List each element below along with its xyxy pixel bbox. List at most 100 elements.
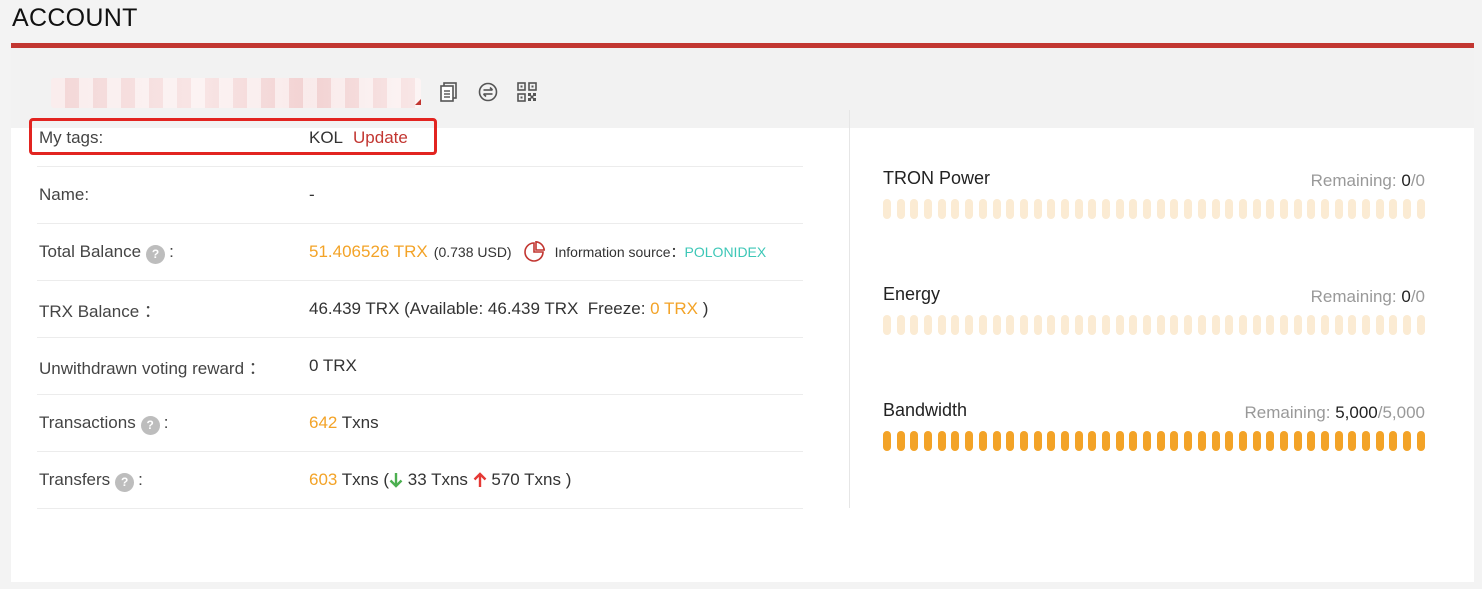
bar-segment [1211, 431, 1220, 451]
name-value: - [309, 185, 315, 204]
help-icon[interactable]: ? [146, 244, 166, 264]
panel-divider [849, 110, 850, 508]
bar-segment [1211, 315, 1220, 335]
bar-segment [1225, 315, 1234, 335]
bar-segment [1047, 431, 1056, 451]
resource-title: Bandwidth [883, 400, 968, 420]
resource-remaining: Remaining: 0/0 [1310, 287, 1425, 306]
bar-segment [1307, 199, 1316, 219]
bar-segment [1238, 199, 1247, 219]
row-trx-balance: TRX Balance ： 46.439 TRX (Available: 46.… [37, 281, 803, 338]
bar-segment [1279, 199, 1288, 219]
bar-segment [1334, 431, 1343, 451]
pie-chart-icon[interactable] [523, 241, 545, 263]
label-voting-reward: Unwithdrawn voting reward ： [39, 358, 266, 378]
bar-segment [1006, 315, 1015, 335]
bar-segment [883, 315, 891, 335]
bar-segment [1129, 431, 1138, 451]
bar-segment [1375, 199, 1384, 219]
bar-segment [1225, 199, 1234, 219]
transactions-unit: Txns [337, 413, 379, 432]
trx-balance-close: ) [698, 299, 709, 318]
bar-segment [1143, 315, 1152, 335]
arrow-up-icon [473, 472, 487, 488]
bar-segment [992, 315, 1001, 335]
bar-segment [1170, 315, 1179, 335]
bar-segment [883, 431, 891, 451]
bar-segment [896, 199, 905, 219]
bar-segment [1321, 431, 1329, 451]
bar-segment [1129, 199, 1138, 219]
resource-title: TRON Power [883, 168, 991, 188]
address-redacted [51, 78, 421, 108]
bar-segment [924, 431, 933, 451]
bar-segment [978, 431, 987, 451]
bar-segment [1047, 199, 1056, 219]
bar-segment [951, 199, 960, 219]
bar-segment [1088, 431, 1097, 451]
row-voting-reward: Unwithdrawn voting reward ： 0 TRX [37, 338, 803, 395]
bar-segment [1019, 199, 1028, 219]
bar-segment [1348, 431, 1357, 451]
bar-segment [910, 431, 919, 451]
bar-segment [1033, 199, 1042, 219]
resource-bar [883, 431, 1425, 451]
bar-segment [1279, 431, 1288, 451]
help-icon[interactable]: ? [115, 472, 135, 492]
info-source-link[interactable]: POLONIDEX [685, 244, 767, 260]
bar-segment [1184, 199, 1193, 219]
bar-segment [1293, 199, 1302, 219]
bar-segment [1334, 315, 1343, 335]
bar-segment [1252, 315, 1261, 335]
bar-segment [883, 199, 891, 219]
bar-segment [1156, 431, 1165, 451]
row-my-tags: My tags: KOL Update [29, 110, 803, 167]
bar-segment [1088, 315, 1097, 335]
help-icon[interactable]: ? [140, 415, 160, 435]
row-total-balance: Total Balance ? : 51.406526 TRX (0.738 U… [37, 224, 803, 281]
voting-reward-value: 0 TRX [309, 356, 357, 375]
row-transactions: Transactions ? : 642 Txns [37, 395, 803, 452]
bar-segment [1211, 199, 1220, 219]
bar-segment [965, 431, 974, 451]
bar-segment [1348, 315, 1357, 335]
bar-segment [1197, 315, 1206, 335]
bar-segment [924, 199, 933, 219]
resources-panel: TRON Power Remaining: 0/0 Energy Remaini… [883, 168, 1425, 516]
qrcode-icon[interactable] [516, 81, 538, 103]
bar-segment [1279, 315, 1288, 335]
bar-segment [1389, 315, 1398, 335]
transfers-in: 33 Txns [403, 470, 473, 489]
bar-segment [951, 431, 960, 451]
total-balance-trx: 51.406526 TRX [309, 242, 428, 261]
transfers-count[interactable]: 603 [309, 470, 337, 490]
bar-segment [1375, 431, 1384, 451]
resource-title: Energy [883, 284, 941, 304]
bar-segment [1197, 431, 1206, 451]
transfer-icon[interactable] [477, 81, 499, 103]
bar-segment [992, 431, 1001, 451]
bar-segment [1060, 431, 1069, 451]
bar-segment [1129, 315, 1138, 335]
bar-segment [1416, 315, 1425, 335]
bar-segment [1238, 431, 1247, 451]
transfers-unit: Txns ( [337, 470, 390, 489]
account-details: My tags: KOL Update Name: - Total Balanc… [29, 110, 803, 509]
resource-remaining: Remaining: 0/0 [1310, 171, 1425, 190]
copy-icon[interactable] [438, 81, 460, 103]
bar-segment [1416, 199, 1425, 219]
bar-segment [1225, 431, 1234, 451]
bar-segment [1074, 199, 1083, 219]
resource-remaining: Remaining: 5,000/5,000 [1244, 403, 1425, 422]
row-name: Name: - [37, 167, 803, 224]
bar-segment [1184, 431, 1193, 451]
resource-bar [883, 199, 1425, 219]
bar-segment [1266, 199, 1275, 219]
bar-segment [1115, 315, 1124, 335]
page-title: ACCOUNT [12, 4, 138, 32]
bar-segment [1266, 431, 1275, 451]
bar-segment [1074, 431, 1083, 451]
bar-segment [1416, 431, 1425, 451]
transactions-count[interactable]: 642 [309, 413, 337, 433]
bar-segment [1238, 315, 1247, 335]
